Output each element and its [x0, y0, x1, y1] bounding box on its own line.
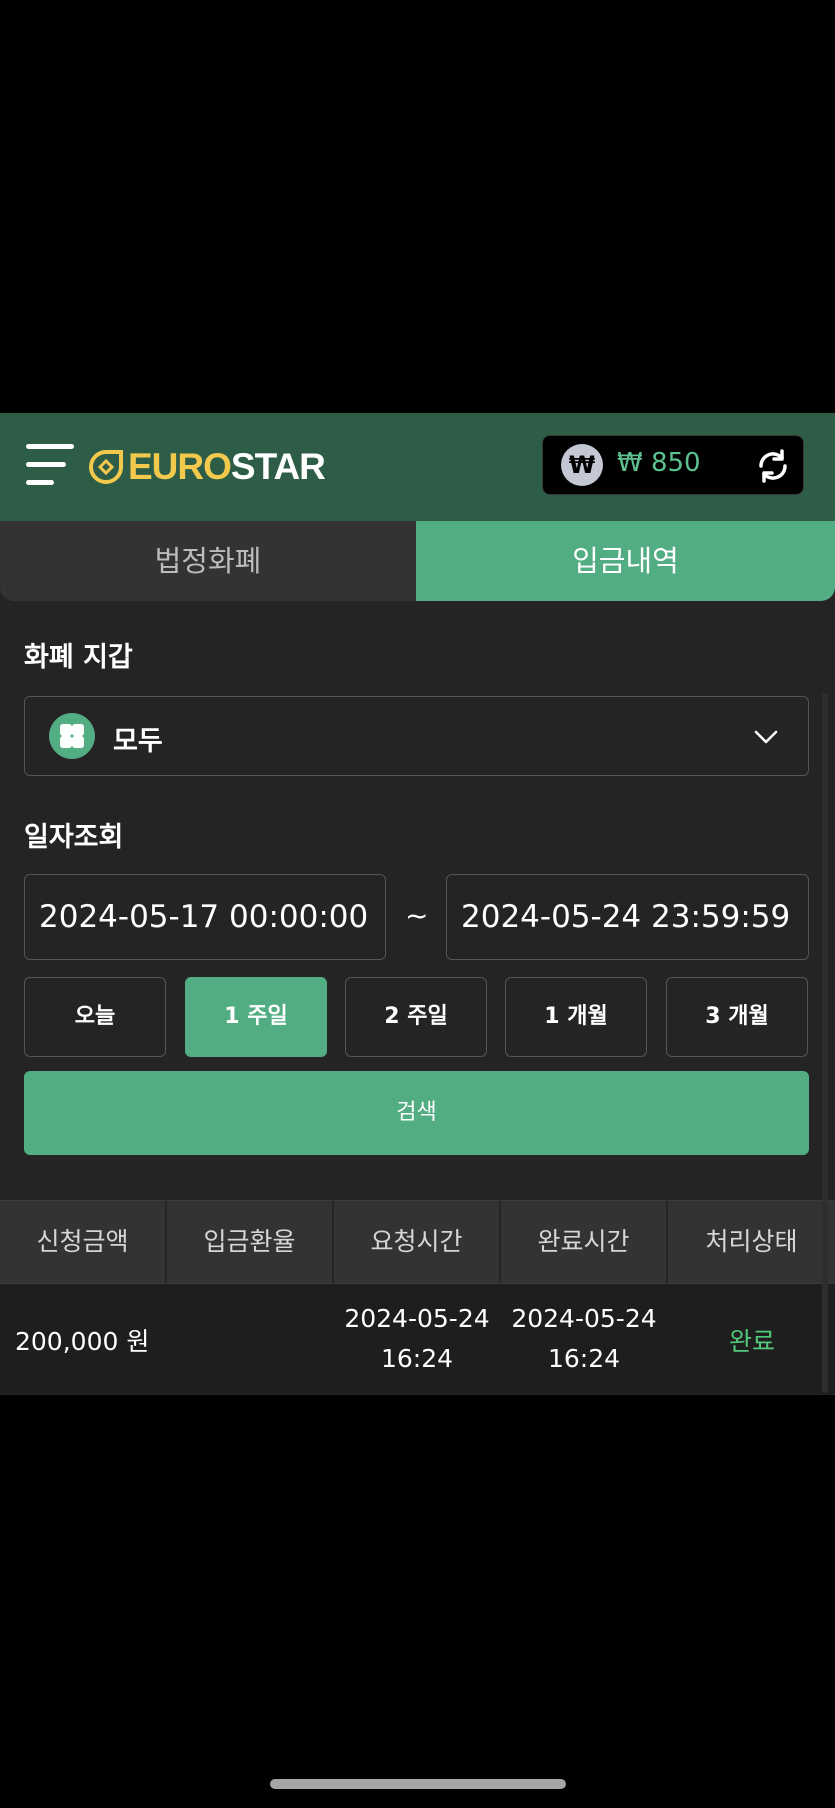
row-complete-time-text: 16:24: [547, 1344, 621, 1373]
column-header-amount: 신청금액: [0, 1201, 167, 1283]
column-header-rate: 입금환율: [167, 1201, 334, 1283]
eurostar-logo[interactable]: EUROSTAR: [88, 441, 326, 493]
tab-fiat-currency[interactable]: 법정화폐: [0, 521, 416, 601]
row-request-time: 2024-05-24 16:24: [337, 1299, 497, 1379]
period-1week-button[interactable]: 1 주일: [185, 977, 327, 1057]
tab-bar: 법정화폐 입금내역: [0, 521, 835, 601]
row-request-date-text: 2024-05-24: [344, 1304, 490, 1333]
home-indicator[interactable]: [270, 1779, 566, 1789]
row-amount: 200,000 원: [15, 1327, 150, 1356]
top-header: EUROSTAR ₩ ₩ 850: [0, 413, 835, 521]
start-date-input[interactable]: [25, 875, 385, 959]
period-today-button[interactable]: 오늘: [24, 977, 166, 1057]
wallet-amount: ₩ 850: [617, 448, 701, 478]
hamburger-menu-icon[interactable]: [26, 440, 74, 490]
all-grid-icon: [49, 713, 95, 759]
refresh-icon[interactable]: [753, 446, 793, 486]
end-date-input[interactable]: [447, 875, 808, 959]
row-complete-time: 2024-05-24 16:24: [504, 1299, 664, 1379]
wallet-select[interactable]: 모두: [24, 696, 809, 776]
scrollbar[interactable]: [822, 693, 828, 1393]
app-container: EUROSTAR ₩ ₩ 850 법정화폐 입금내역 화폐 지갑 모두 일자조회…: [0, 413, 835, 1395]
period-2week-button[interactable]: 2 주일: [345, 977, 487, 1057]
column-header-request-time: 요청시간: [334, 1201, 501, 1283]
wallet-filter-label: 화폐 지갑: [24, 642, 133, 673]
logo-text-euro: EURO: [128, 446, 232, 487]
logo-text-star: STAR: [230, 446, 326, 487]
period-1month-button[interactable]: 1 개월: [505, 977, 647, 1057]
date-filter-label: 일자조회: [24, 822, 124, 853]
date-range-separator: ~: [405, 899, 429, 932]
search-button[interactable]: 검색: [24, 1071, 809, 1155]
logo-mark-icon: [88, 449, 124, 485]
row-status: 완료: [729, 1327, 776, 1356]
table-header: 신청금액 입금환율 요청시간 완료시간 처리상태: [0, 1200, 835, 1284]
table-row: 200,000 원 2024-05-24 16:24 2024-05-24 16…: [0, 1284, 835, 1394]
won-currency-icon: ₩: [561, 444, 603, 486]
row-request-time-text: 16:24: [380, 1344, 454, 1373]
chevron-down-icon: [754, 725, 778, 749]
row-complete-date-text: 2024-05-24: [511, 1304, 657, 1333]
column-header-complete-time: 완료시간: [501, 1201, 668, 1283]
wallet-balance-box: ₩ ₩ 850: [542, 435, 804, 495]
end-date-field[interactable]: [446, 874, 809, 960]
wallet-select-value: 모두: [113, 726, 163, 757]
period-3month-button[interactable]: 3 개월: [666, 977, 808, 1057]
start-date-field[interactable]: [24, 874, 386, 960]
column-header-status: 처리상태: [705, 1227, 798, 1256]
tab-deposit-history[interactable]: 입금내역: [416, 521, 835, 601]
